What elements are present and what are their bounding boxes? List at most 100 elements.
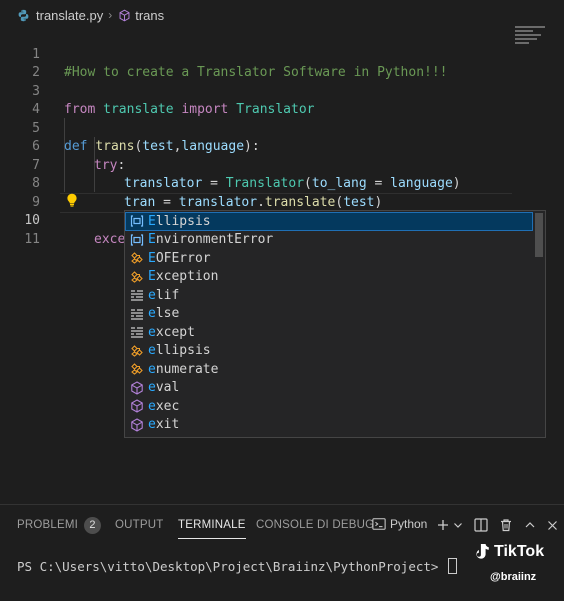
- split-terminal-icon[interactable]: [474, 518, 488, 532]
- suggestion-match: e: [148, 361, 156, 377]
- class-icon: [130, 270, 144, 284]
- suggestion-label: Exception: [148, 269, 218, 284]
- suggestion-rest: xec: [155, 398, 180, 414]
- code-line: 8 tran = translator.translate(test): [0, 157, 564, 210]
- code-line: 2: [0, 46, 564, 80]
- suggestion-item[interactable]: eval: [125, 379, 533, 398]
- variable-icon: [130, 214, 144, 228]
- variable-icon: [130, 233, 144, 247]
- suggestion-item[interactable]: EnvironmentError: [125, 231, 533, 250]
- suggestion-rest: llipsis: [155, 213, 211, 229]
- suggestion-rest: lse: [155, 306, 180, 322]
- suggestion-item[interactable]: enumerate: [125, 360, 533, 379]
- suggestion-scrollbar[interactable]: [535, 213, 543, 257]
- suggestion-label: exec: [148, 399, 179, 414]
- lightbulb-icon[interactable]: [66, 193, 78, 207]
- code-line: 1 #How to create a Translator Software i…: [0, 27, 564, 81]
- suggestion-item[interactable]: except: [125, 323, 533, 342]
- keyword-icon: [130, 288, 144, 302]
- code-line: 7 translator = Translator(to_lang = lang…: [0, 138, 564, 192]
- trash-icon[interactable]: [499, 518, 513, 532]
- suggestion-match: e: [148, 398, 156, 414]
- suggestion-list[interactable]: Ellipsis EnvironmentError EOFError Exceptio…: [124, 210, 546, 438]
- suggestion-match: e: [148, 324, 156, 340]
- terminal-cursor: [447, 558, 457, 574]
- suggestion-item[interactable]: else: [125, 305, 533, 324]
- suggestion-rest: xception: [155, 269, 219, 285]
- suggestion-label: Ellipsis: [148, 214, 211, 229]
- suggestion-rest: OFError: [155, 250, 211, 266]
- suggestion-item[interactable]: ellipsis: [125, 342, 533, 361]
- method-icon: [117, 8, 131, 22]
- terminal-prompt[interactable]: PS C:\Users\vitto\Desktop\Project\Braiin…: [17, 558, 457, 574]
- code-editor[interactable]: 1 #How to create a Translator Software i…: [0, 26, 564, 247]
- suggestion-match: e: [148, 306, 156, 322]
- keyword-icon: [130, 325, 144, 339]
- suggestion-item[interactable]: Exception: [125, 268, 533, 287]
- suggestion-rest: xit: [155, 417, 180, 433]
- suggestion-label: except: [148, 325, 195, 340]
- terminal-profile-label: Python: [390, 517, 428, 531]
- tiktok-brand: TikTok: [494, 543, 545, 560]
- suggestion-item[interactable]: exit: [125, 416, 533, 435]
- tab-terminal[interactable]: TERMINALE: [178, 505, 246, 545]
- suggestion-match: e: [148, 417, 156, 433]
- suggestion-rest: xcept: [155, 324, 195, 340]
- tab-debug-console[interactable]: CONSOLE DI DEBUG: [256, 505, 374, 545]
- code-line: 6 try:: [0, 120, 564, 173]
- class-icon: [130, 344, 144, 358]
- terminal-icon: [372, 517, 386, 531]
- code-line: 5 def trans(test,language):: [0, 101, 564, 155]
- python-file-icon: [16, 8, 30, 22]
- tiktok-logo-icon: [474, 543, 490, 561]
- code-line: 3 from translate import Translator: [0, 64, 564, 118]
- suggestion-match: E: [148, 269, 156, 285]
- suggestion-item[interactable]: exec: [125, 397, 533, 416]
- suggestion-label: EOFError: [148, 251, 211, 266]
- code-line: 9 return tran: [0, 175, 564, 229]
- plus-icon[interactable]: [436, 518, 450, 532]
- suggestion-label: else: [148, 306, 179, 321]
- suggestion-match: e: [148, 287, 156, 303]
- watermark-user: @braiinz: [490, 571, 537, 583]
- suggestion-label: elif: [148, 288, 179, 303]
- chevron-down-icon[interactable]: [451, 518, 465, 532]
- method-icon: [130, 399, 144, 413]
- problems-count-badge: 2: [84, 517, 102, 534]
- tab-output[interactable]: OUTPUT: [115, 505, 163, 545]
- suggestion-item[interactable]: EOFError: [125, 249, 533, 268]
- suggestion-match: E: [148, 213, 156, 229]
- suggestion-match: E: [148, 232, 156, 248]
- method-icon: [130, 381, 144, 395]
- suggestion-label: ellipsis: [148, 343, 211, 358]
- suggestion-rest: val: [155, 380, 180, 396]
- suggestion-label: enumerate: [148, 362, 218, 377]
- tab-problems[interactable]: PROBLEMI 2: [17, 505, 102, 545]
- code-line: 4: [0, 83, 564, 117]
- suggestion-label: EnvironmentError: [148, 232, 273, 247]
- suggestion-match: e: [148, 343, 156, 359]
- breadcrumb-symbol[interactable]: trans: [135, 8, 164, 23]
- terminal-prompt-text: PS C:\Users\vitto\Desktop\Project\Braiin…: [17, 559, 446, 574]
- method-icon: [130, 418, 144, 432]
- tab-label: PROBLEMI: [17, 519, 79, 531]
- breadcrumb-separator: ›: [108, 8, 113, 22]
- tiktok-watermark: TikTok: [474, 543, 544, 561]
- close-icon[interactable]: [545, 518, 559, 532]
- suggestion-rest: numerate: [155, 361, 219, 377]
- suggestion-rest: llipsis: [155, 343, 211, 359]
- class-icon: [130, 251, 144, 265]
- suggestion-match: e: [148, 380, 156, 396]
- line-number: 11: [24, 231, 40, 247]
- suggestion-item[interactable]: Ellipsis: [125, 212, 533, 231]
- maximize-chevron-icon[interactable]: [523, 518, 537, 532]
- breadcrumb-file[interactable]: translate.py: [36, 8, 103, 23]
- terminal-profile-button[interactable]: Python: [372, 517, 427, 531]
- class-icon: [130, 362, 144, 376]
- suggestion-rest: lif: [155, 287, 180, 303]
- keyword-icon: [130, 307, 144, 321]
- suggestion-label: exit: [148, 417, 179, 432]
- suggestion-rest: nvironmentError: [155, 232, 274, 248]
- suggestion-item[interactable]: elif: [125, 286, 533, 305]
- suggestion-match: E: [148, 250, 156, 266]
